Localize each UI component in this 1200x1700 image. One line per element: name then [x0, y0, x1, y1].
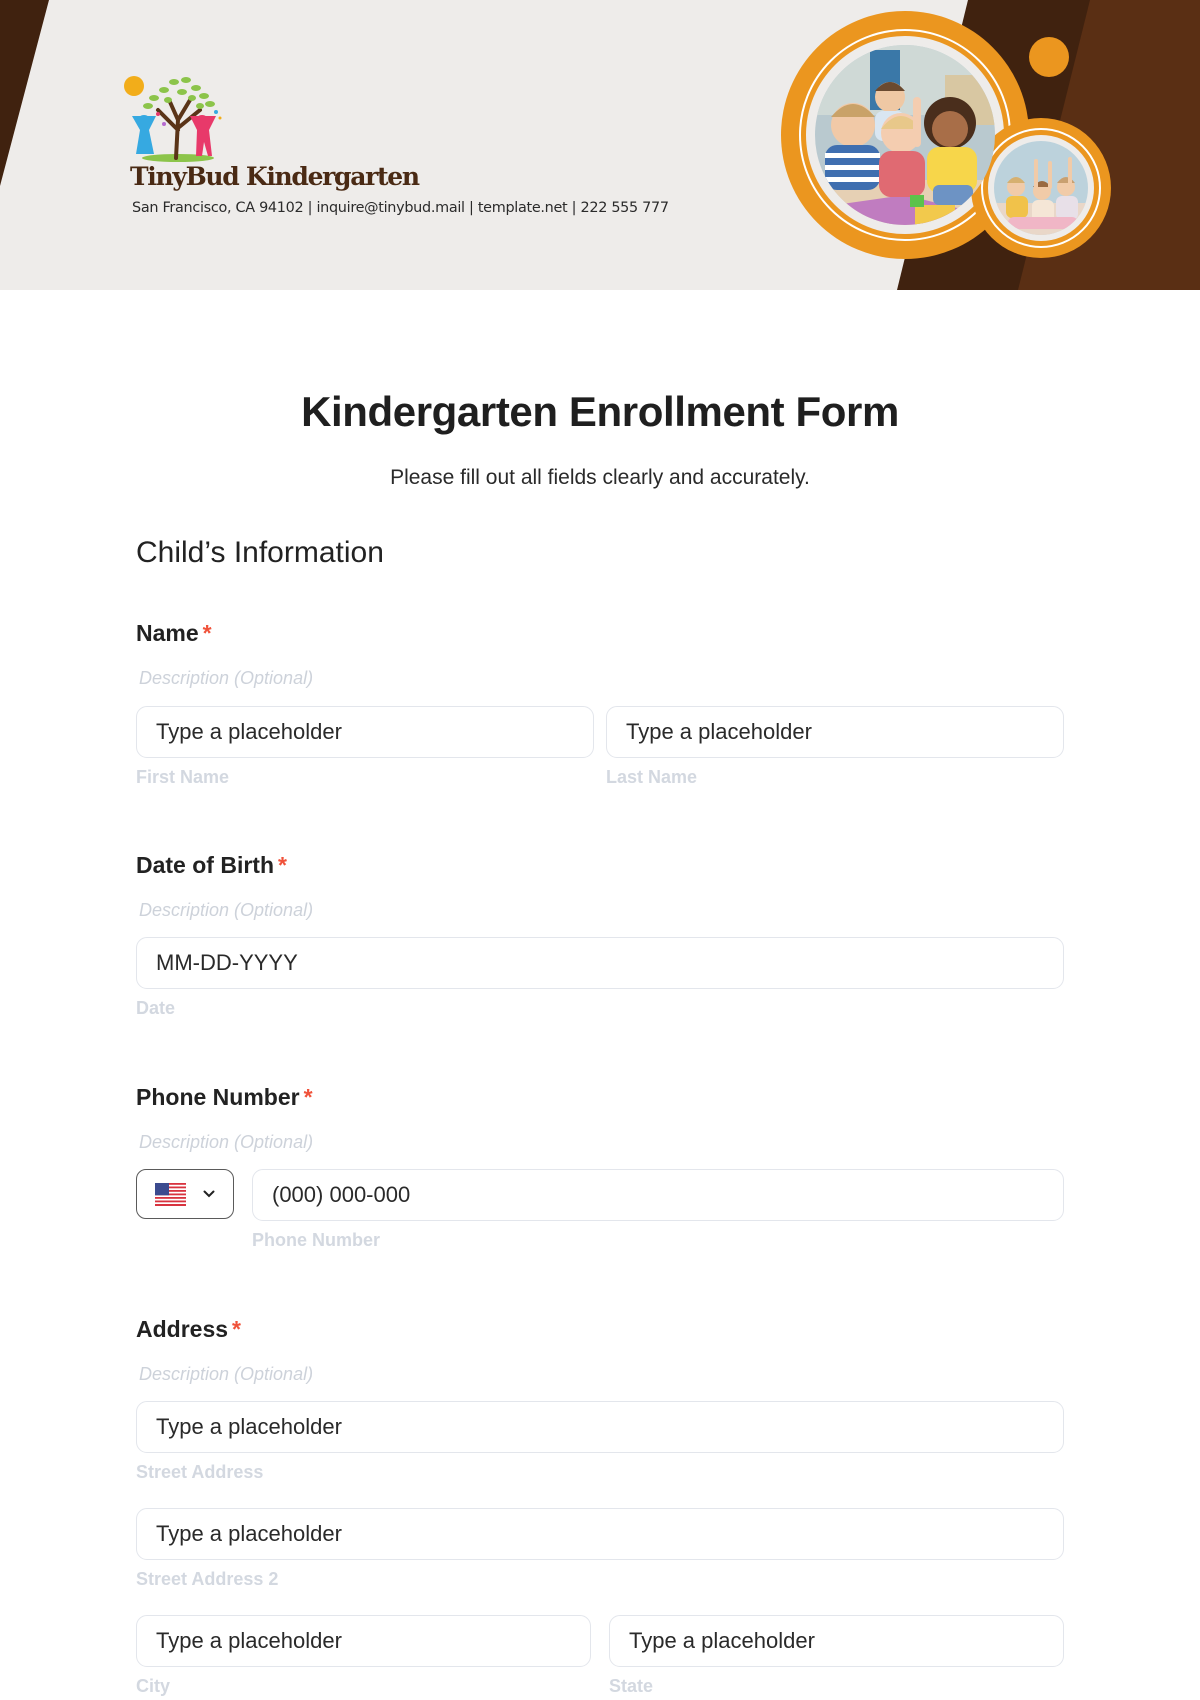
- country-code-select[interactable]: [136, 1169, 234, 1219]
- first-name-placeholder: Type a placeholder: [156, 719, 342, 744]
- name-label-text: Name: [136, 620, 199, 646]
- address-description: Description (Optional): [139, 1364, 314, 1384]
- dob-label: Date of Birth *: [136, 852, 287, 879]
- us-flag-icon: [155, 1182, 186, 1206]
- left-brown-wedge: [0, 0, 49, 186]
- form-title: Kindergarten Enrollment Form: [301, 388, 899, 435]
- state-sublabel: State: [609, 1676, 654, 1696]
- sun-icon: [124, 76, 144, 96]
- street-address-2-sublabel: Street Address 2: [136, 1569, 279, 1589]
- street-address-2-placeholder: Type a placeholder: [156, 1521, 342, 1546]
- tree-with-children-logo: [124, 70, 228, 162]
- street-address-sublabel: Street Address: [136, 1462, 264, 1482]
- contact-info: San Francisco, CA 94102 | inquire@tinybu…: [132, 200, 669, 216]
- dob-label-text: Date of Birth: [136, 852, 274, 878]
- phone-description: Description (Optional): [139, 1132, 314, 1152]
- form-subtitle: Please fill out all fields clearly and a…: [390, 466, 810, 489]
- city-sublabel: City: [136, 1676, 171, 1696]
- orange-dot: [1029, 37, 1069, 77]
- dob-placeholder: MM-DD-YYYY: [156, 950, 298, 975]
- required-marker: *: [278, 852, 287, 878]
- address-label-text: Address: [136, 1316, 229, 1342]
- address-label: Address *: [136, 1316, 241, 1343]
- last-name-placeholder: Type a placeholder: [626, 719, 812, 744]
- state-placeholder: Type a placeholder: [629, 1628, 815, 1653]
- name-description: Description (Optional): [139, 668, 314, 688]
- phone-number-input[interactable]: (000) 000-000: [252, 1169, 1064, 1221]
- section-title: Child’s Information: [136, 536, 384, 569]
- dob-sublabel: Date: [136, 998, 176, 1018]
- children-sitting-photo: [815, 45, 995, 225]
- name-label: Name *: [136, 620, 212, 647]
- phone-label: Phone Number *: [136, 1084, 313, 1111]
- city-input[interactable]: Type a placeholder: [136, 1615, 591, 1667]
- boy-figure: [190, 115, 216, 156]
- phone-sublabel: Phone Number: [252, 1230, 381, 1250]
- last-name-input[interactable]: Type a placeholder: [606, 706, 1064, 758]
- dob-description: Description (Optional): [139, 900, 314, 920]
- first-name-input[interactable]: Type a placeholder: [136, 706, 594, 758]
- phone-label-text: Phone Number: [136, 1084, 300, 1110]
- chevron-down-icon: [203, 1187, 215, 1201]
- city-placeholder: Type a placeholder: [156, 1628, 342, 1653]
- girl-figure: [132, 115, 156, 154]
- required-marker: *: [202, 620, 212, 646]
- date-of-birth-input[interactable]: MM-DD-YYYY: [136, 937, 1064, 989]
- street-address-placeholder: Type a placeholder: [156, 1414, 342, 1439]
- header-banner: TinyBud Kindergarten San Francisco, CA 9…: [0, 0, 1200, 290]
- last-name-sublabel: Last Name: [606, 767, 698, 787]
- phone-placeholder: (000) 000-000: [272, 1182, 411, 1207]
- street-address-2-input[interactable]: Type a placeholder: [136, 1508, 1064, 1560]
- street-address-input[interactable]: Type a placeholder: [136, 1401, 1064, 1453]
- first-name-sublabel: First Name: [136, 767, 230, 787]
- required-marker: *: [232, 1316, 241, 1342]
- state-input[interactable]: Type a placeholder: [609, 1615, 1064, 1667]
- children-raising-hands-photo: [994, 141, 1088, 235]
- required-marker: *: [303, 1084, 313, 1110]
- school-name: TinyBud Kindergarten: [130, 162, 420, 191]
